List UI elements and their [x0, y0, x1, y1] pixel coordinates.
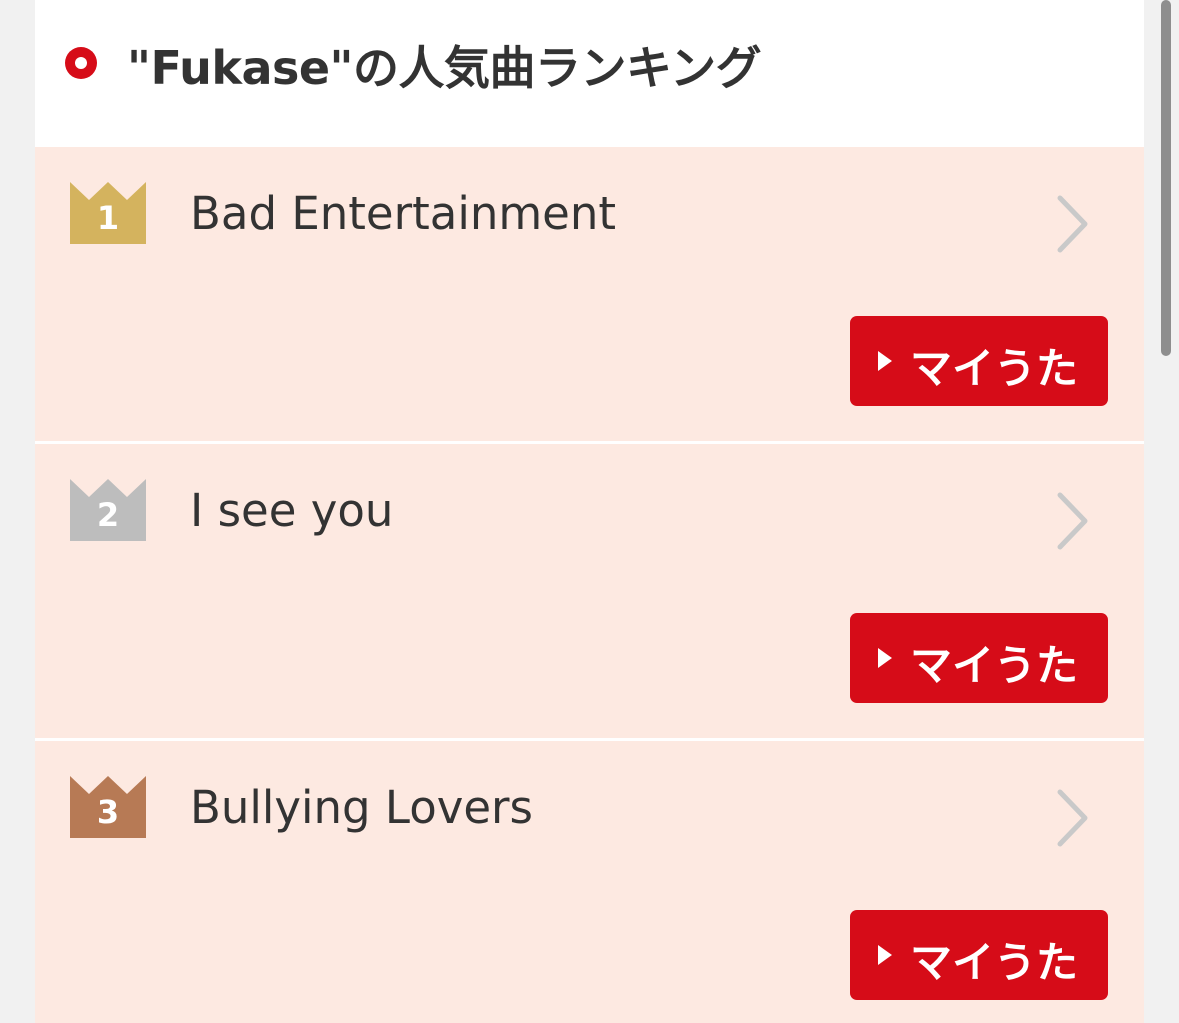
- chevron-right-icon[interactable]: [1055, 490, 1091, 552]
- song-title-link[interactable]: Bullying Lovers: [190, 781, 533, 834]
- myuta-button-label: マイうた: [910, 344, 1079, 393]
- play-icon: [878, 351, 892, 371]
- record-dot-icon: [65, 47, 97, 79]
- myuta-button[interactable]: マイうた: [850, 613, 1108, 703]
- myuta-button-label: マイうた: [910, 641, 1079, 690]
- rank-number: 1: [96, 199, 120, 237]
- scrollbar-thumb[interactable]: [1161, 0, 1171, 356]
- play-icon: [878, 945, 892, 965]
- ranking-row-1[interactable]: 1 Bad Entertainment マイうた: [35, 147, 1144, 441]
- myuta-button[interactable]: マイうた: [850, 910, 1108, 1000]
- ranking-row-2[interactable]: 2 I see you マイうた: [35, 444, 1144, 738]
- myuta-button[interactable]: マイうた: [850, 316, 1108, 406]
- chevron-right-icon[interactable]: [1055, 193, 1091, 255]
- song-title-link[interactable]: I see you: [190, 484, 393, 537]
- play-icon: [878, 648, 892, 668]
- chevron-right-icon[interactable]: [1055, 787, 1091, 849]
- page-title: "Fukase"の人気曲ランキング: [127, 41, 762, 95]
- rank-number: 3: [96, 793, 120, 831]
- ranking-panel: "Fukase"の人気曲ランキング 1 Bad Entertainment マイ…: [35, 0, 1144, 1023]
- rank-number: 2: [96, 496, 120, 534]
- ranking-header: "Fukase"の人気曲ランキング: [35, 0, 1144, 147]
- myuta-button-label: マイうた: [910, 938, 1079, 987]
- ranking-row-3[interactable]: 3 Bullying Lovers マイうた: [35, 741, 1144, 1023]
- song-title-link[interactable]: Bad Entertainment: [190, 187, 616, 240]
